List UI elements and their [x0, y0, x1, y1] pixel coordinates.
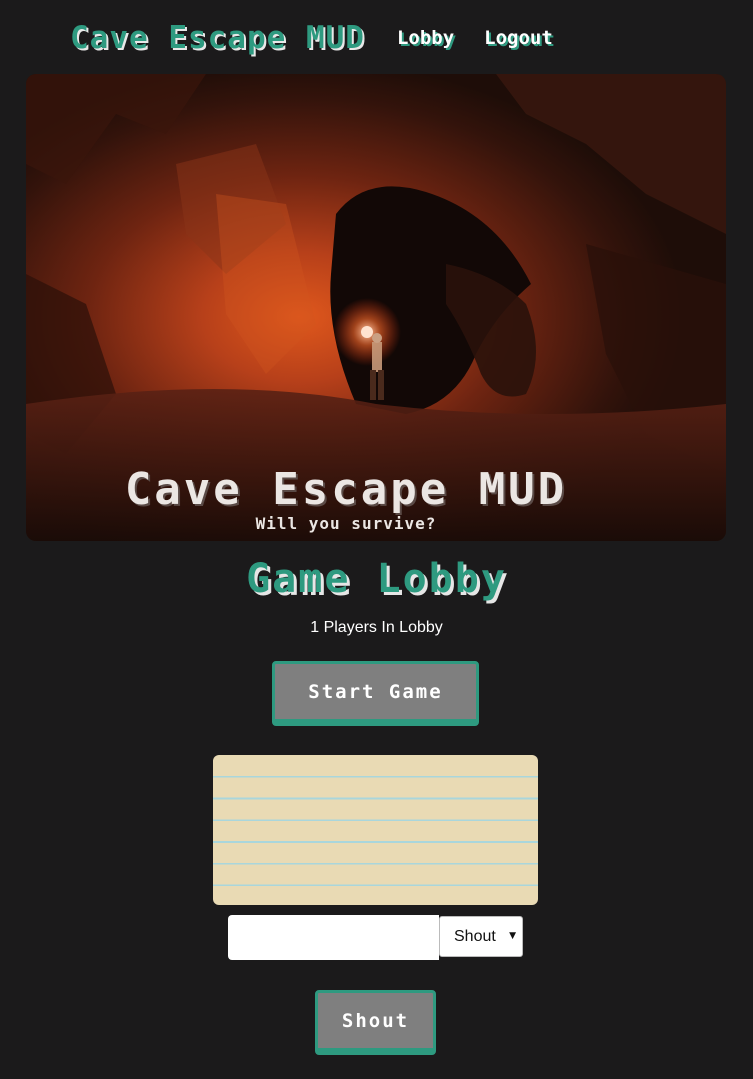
- start-game-button[interactable]: Start Game: [272, 661, 479, 726]
- chat-input[interactable]: [228, 915, 439, 960]
- top-nav: Cave Escape MUD Lobby Logout: [70, 16, 553, 60]
- page: Cave Escape MUD Lobby Logout Cave Escape…: [0, 0, 753, 1079]
- players-count: 1 Players In Lobby: [310, 619, 443, 636]
- banner-title: Cave Escape MUD: [124, 464, 568, 515]
- shout-button[interactable]: Shout: [315, 990, 436, 1055]
- chat-mode-select[interactable]: Shout ▼: [439, 916, 523, 957]
- cave-banner-image: Cave Escape MUD Will you survive?: [26, 74, 726, 541]
- chat-mode-selected: Shout: [454, 928, 496, 945]
- chat-log: [213, 755, 538, 905]
- banner-subtitle: Will you survive?: [255, 514, 437, 533]
- chevron-down-icon: ▼: [509, 931, 516, 941]
- brand-link[interactable]: Cave Escape MUD: [70, 20, 365, 56]
- nav-lobby-link[interactable]: Lobby: [397, 27, 454, 49]
- nav-logout-link[interactable]: Logout: [484, 27, 553, 49]
- page-title: Game Lobby: [246, 556, 507, 602]
